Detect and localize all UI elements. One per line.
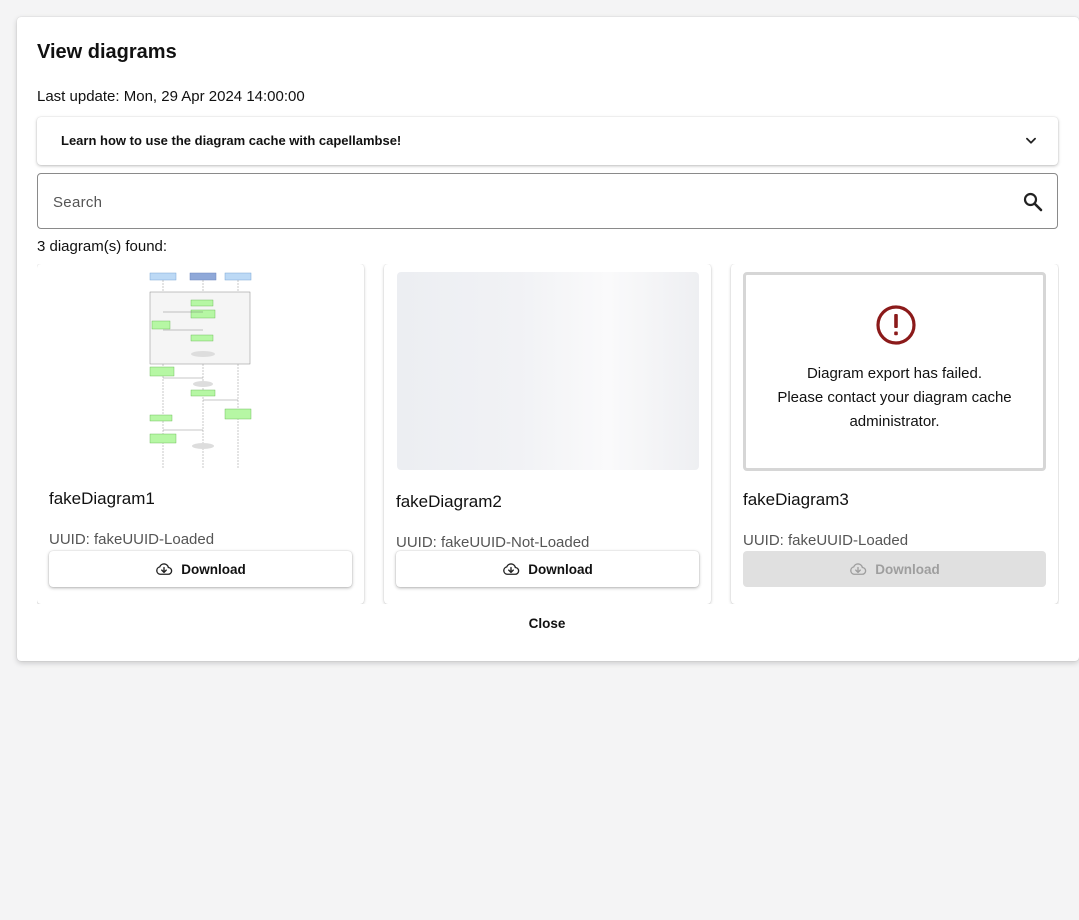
result-count: 3 diagram(s) found: <box>37 238 168 255</box>
download-button[interactable]: Download <box>743 551 1046 587</box>
accordion-label: Learn how to use the diagram cache with … <box>61 133 402 148</box>
diagram-uuid: UUID: fakeUUID-Not-Loaded <box>396 534 590 551</box>
usage-help-accordion[interactable]: Learn how to use the diagram cache with … <box>37 117 1058 165</box>
download-label: Download <box>528 561 593 577</box>
error-line-1: Diagram export has failed. <box>806 365 983 382</box>
diagram-card: fakeDiagram1 UUID: fakeUUID-Loaded Downl… <box>37 264 364 604</box>
error-circle-icon <box>876 305 916 345</box>
cloud-download-icon <box>850 563 867 575</box>
last-update-text: Last update: Mon, 29 Apr 2024 14:00:00 <box>37 88 305 105</box>
diagram-card: Diagram export has failed. Please contac… <box>731 264 1058 604</box>
download-button[interactable]: Download <box>49 551 352 587</box>
diagram-name: fakeDiagram1 <box>49 489 155 508</box>
search-input[interactable] <box>53 191 993 213</box>
diagram-name: fakeDiagram3 <box>743 490 849 509</box>
chevron-down-icon[interactable] <box>1024 134 1038 148</box>
view-diagrams-dialog: View diagrams Last update: Mon, 29 Apr 2… <box>17 17 1079 661</box>
download-label: Download <box>181 561 246 577</box>
close-button[interactable]: Close <box>497 611 597 635</box>
export-failed-notice: Diagram export has failed. Please contac… <box>743 272 1046 471</box>
download-button[interactable]: Download <box>396 551 699 587</box>
thumbnail-loading-placeholder <box>397 272 699 470</box>
error-line-2: Please contact your diagram cache admini… <box>777 389 1012 430</box>
export-failed-message: Diagram export has failed. Please contac… <box>756 362 1033 434</box>
diagram-thumbnail[interactable] <box>137 272 253 470</box>
dialog-title: View diagrams <box>37 41 177 63</box>
search-icon[interactable] <box>1021 190 1045 214</box>
cloud-download-icon <box>503 563 520 575</box>
diagram-grid: fakeDiagram1 UUID: fakeUUID-Loaded Downl… <box>37 264 1059 604</box>
diagram-uuid: UUID: fakeUUID-Loaded <box>743 532 909 549</box>
download-label: Download <box>875 561 940 577</box>
diagram-uuid: UUID: fakeUUID-Loaded <box>49 531 215 548</box>
diagram-card: fakeDiagram2 UUID: fakeUUID-Not-Loaded D… <box>384 264 711 604</box>
cloud-download-icon <box>156 563 173 575</box>
diagram-name: fakeDiagram2 <box>396 492 502 511</box>
search-field[interactable] <box>37 173 1058 229</box>
